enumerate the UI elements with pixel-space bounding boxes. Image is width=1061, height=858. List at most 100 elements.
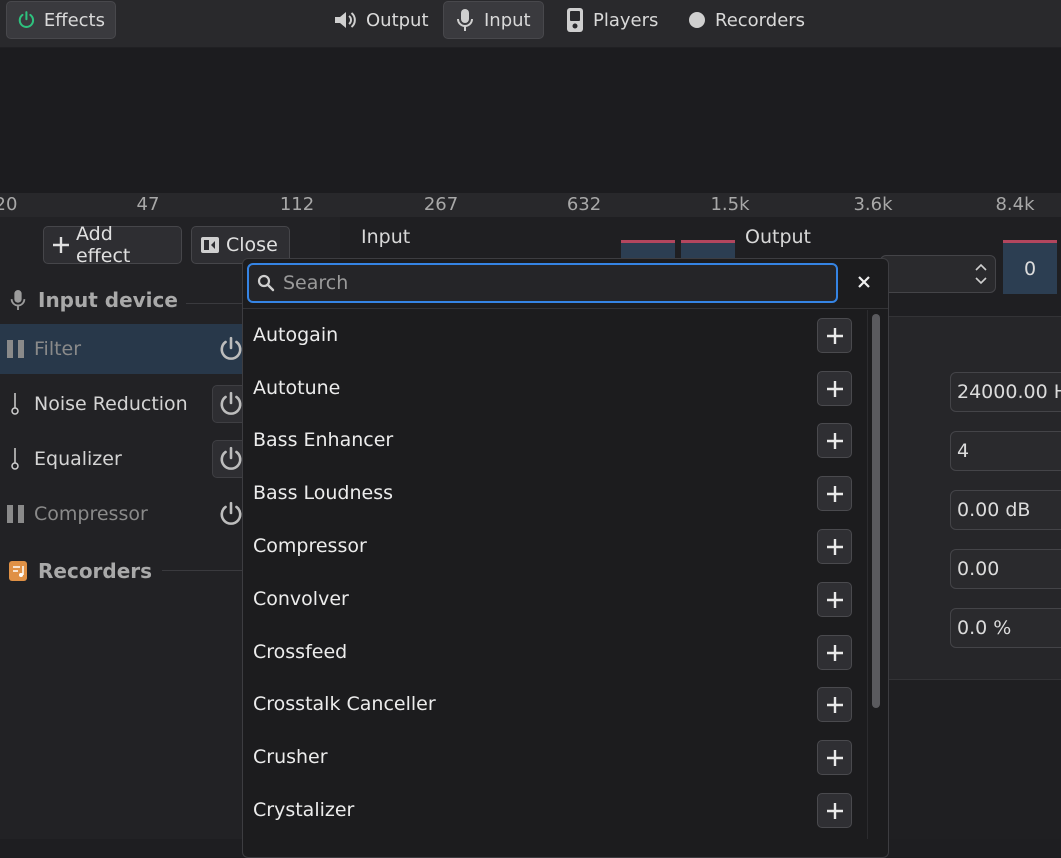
list-item: Bass Loudness <box>243 467 863 520</box>
plus-icon <box>826 644 843 661</box>
output-level-value: 0 <box>1003 240 1057 294</box>
plus-icon <box>826 538 843 555</box>
recorders-section: Recorders <box>8 559 152 583</box>
effects-label: Effects <box>43 9 105 31</box>
header-bar: Effects Output Input Players Recorders <box>0 0 1061 48</box>
plus-icon <box>826 485 843 502</box>
property-field[interactable]: 0.0 % <box>950 608 1061 648</box>
input-device-section: Input device <box>8 287 178 313</box>
effect-name: Bass Loudness <box>253 482 394 504</box>
plus-icon <box>826 696 843 713</box>
add-effect-button[interactable]: Add effect <box>43 223 182 267</box>
thermometer-icon <box>11 393 19 415</box>
list-item: Crusher <box>243 731 863 784</box>
add-button[interactable] <box>817 476 852 511</box>
search-field[interactable] <box>247 263 838 303</box>
add-button[interactable] <box>817 740 852 775</box>
scrollbar-thumb[interactable] <box>872 314 880 708</box>
add-button[interactable] <box>817 529 852 564</box>
tab-output-label: Output <box>366 9 429 31</box>
output-level-label: Output <box>745 226 811 248</box>
section-divider <box>162 570 242 571</box>
freq-tick: 267 <box>423 194 459 215</box>
drag-handle-icon[interactable] <box>6 504 26 524</box>
power-icon <box>220 391 242 415</box>
property-field[interactable]: 4 <box>950 431 1061 471</box>
sidebar-item-label: Noise Reduction <box>34 393 188 415</box>
add-button[interactable] <box>817 423 852 458</box>
list-item: Autotune <box>243 362 863 415</box>
effect-name: Crossfeed <box>253 641 348 663</box>
sidebar-item-label: Compressor <box>34 503 148 525</box>
add-button[interactable] <box>817 582 852 617</box>
tab-players[interactable]: Players <box>555 1 668 39</box>
freq-tick: 20 <box>0 194 18 215</box>
list-item: Crosstalk Canceller <box>243 678 863 731</box>
tab-input-label: Input <box>484 9 531 31</box>
search-icon <box>257 274 275 292</box>
power-icon <box>220 446 242 470</box>
drag-handle-icon[interactable] <box>6 339 26 359</box>
property-field[interactable]: 0.00 dB <box>950 490 1061 530</box>
input-level-label: Input <box>361 226 411 248</box>
spectrum-display <box>0 48 1061 193</box>
property-field[interactable]: 0.00 <box>950 549 1061 589</box>
add-button[interactable] <box>817 371 852 406</box>
recorders-label: Recorders <box>38 559 153 583</box>
plus-icon <box>826 749 843 766</box>
add-button[interactable] <box>817 635 852 670</box>
search-input[interactable] <box>281 271 805 295</box>
effects-toggle-button[interactable]: Effects <box>6 1 116 39</box>
microphone-icon <box>457 9 473 31</box>
up-down-arrows-icon[interactable] <box>973 259 989 289</box>
property-field[interactable]: 24000.00 H <box>950 372 1061 412</box>
power-icon <box>220 501 242 525</box>
output-gain-spinner[interactable] <box>880 255 996 293</box>
add-effect-label: Add effect <box>75 223 131 267</box>
plus-icon <box>826 327 843 344</box>
effect-name: Crosstalk Canceller <box>253 693 436 715</box>
tab-recorders[interactable]: Recorders <box>677 1 815 39</box>
effect-name: Autotune <box>253 377 341 399</box>
effect-name: Autogain <box>253 324 339 346</box>
tab-recorders-label: Recorders <box>715 9 806 31</box>
record-dot-icon <box>689 12 705 28</box>
freq-tick: 3.6k <box>853 194 893 215</box>
add-button[interactable] <box>817 793 852 828</box>
sidebar-item-label: Equalizer <box>34 448 122 470</box>
effect-name: Crystalizer <box>253 799 355 821</box>
speaker-icon <box>335 12 356 28</box>
recorder-app-icon <box>9 561 27 581</box>
input-device-label: Input device <box>38 288 178 312</box>
plus-icon <box>52 237 69 253</box>
list-item: Bass Enhancer <box>243 414 863 467</box>
tab-input[interactable]: Input <box>443 1 544 39</box>
plus-icon <box>826 432 843 449</box>
section-divider <box>186 303 246 304</box>
effect-name: Crusher <box>253 746 328 768</box>
sidebar-item-label: Filter <box>34 338 82 360</box>
freq-tick: 632 <box>566 194 602 215</box>
freq-tick: 1.5k <box>710 194 750 215</box>
list-item: Compressor <box>243 520 863 573</box>
thermometer-icon <box>11 448 19 470</box>
power-icon <box>18 11 35 28</box>
list-item: Crystalizer <box>243 784 863 837</box>
effect-name: Convolver <box>253 588 349 610</box>
close-label: Close <box>226 234 278 256</box>
list-item: Convolver <box>243 573 863 626</box>
player-device-icon <box>567 8 583 32</box>
plus-icon <box>826 802 843 819</box>
add-button[interactable] <box>817 318 852 353</box>
frequency-axis: 20 47 112 267 632 1.5k 3.6k 8.4k <box>0 193 1061 217</box>
list-item: Crossfeed <box>243 626 863 679</box>
add-button[interactable] <box>817 687 852 722</box>
freq-tick: 47 <box>136 194 160 215</box>
close-icon[interactable] <box>852 270 876 294</box>
tab-output[interactable]: Output <box>322 1 439 39</box>
tab-players-label: Players <box>593 9 659 31</box>
microphone-icon <box>10 290 26 310</box>
plus-icon <box>826 380 843 397</box>
sidebar-collapse-icon <box>201 237 219 253</box>
list-item: Autogain <box>243 309 863 362</box>
